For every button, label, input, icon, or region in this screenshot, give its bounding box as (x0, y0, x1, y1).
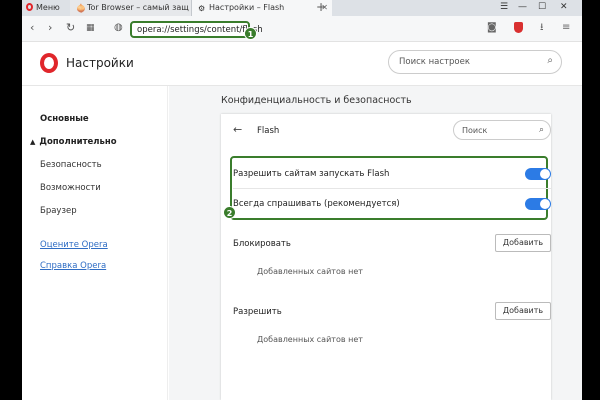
card-title: Flash (257, 126, 280, 136)
opera-help-link[interactable]: Справка Opera (40, 260, 106, 272)
annotation-marker-1: 1 (244, 27, 257, 40)
minimize-icon[interactable]: — (518, 0, 527, 14)
reload-icon[interactable]: ↻ (66, 21, 75, 35)
tab-menu-icon[interactable]: ☰ (500, 0, 508, 14)
shield-icon[interactable] (514, 22, 523, 33)
download-icon[interactable]: ⭳ (540, 21, 544, 35)
tab-tor-browser[interactable]: 🧅Tor Browser – самый защ (70, 0, 192, 16)
search-placeholder: Поиск (462, 126, 488, 135)
maximize-icon[interactable]: ☐ (538, 0, 546, 14)
block-empty-note: Добавленных сайтов нет (257, 267, 363, 276)
rate-opera-link[interactable]: Оцените Opera (40, 239, 108, 251)
sidebar-item-features[interactable]: Возможности (40, 182, 101, 194)
search-icon: ⌕ (547, 55, 553, 66)
divider (233, 188, 551, 189)
tab-settings-flash[interactable]: ⚙ Настройки – Flash ✕ (192, 0, 332, 16)
back-arrow-icon[interactable]: ← (233, 123, 242, 137)
sidebar-item-security[interactable]: Безопасность (40, 159, 102, 171)
left-backdrop (0, 0, 22, 400)
ask-first-toggle[interactable] (525, 198, 551, 210)
sidebar-item-browser[interactable]: Браузер (40, 205, 77, 217)
menu-icon[interactable]: ≡ (562, 21, 570, 35)
flash-search-input[interactable]: Поиск ⌕ (453, 120, 551, 140)
sidebar-item-advanced[interactable]: ▲ Дополнительно (30, 136, 117, 148)
sidebar-item-basic[interactable]: Основные (40, 113, 89, 125)
settings-sidebar: Основные ▲ Дополнительно Безопасность Воз… (22, 86, 168, 400)
tab-strip: Меню 🧅Tor Browser – самый защ ⚙ Настройки… (22, 0, 582, 16)
settings-main: Конфиденциальность и безопасность ← Flas… (169, 86, 582, 400)
block-section-label: Блокировать (233, 239, 291, 249)
camera-icon[interactable]: ◙ (487, 21, 497, 35)
flash-settings-card: ← Flash Поиск ⌕ 2 Разрешить сайтам запус… (221, 114, 551, 400)
forward-icon[interactable]: › (48, 21, 52, 35)
right-backdrop (582, 0, 600, 400)
back-icon[interactable]: ‹ (30, 21, 34, 35)
add-allow-site-button[interactable]: Добавить (495, 302, 551, 320)
address-field[interactable]: opera://settings/content/flash (130, 21, 263, 38)
search-placeholder: Поиск настроек (399, 57, 470, 67)
search-icon: ⌕ (538, 125, 544, 135)
settings-header: Настройки Поиск настроек ⌕ (22, 42, 582, 86)
page-title: Настройки (66, 56, 134, 70)
gear-icon: ⚙ (198, 4, 206, 13)
allow-empty-note: Добавленных сайтов нет (257, 335, 363, 344)
opera-menu-button[interactable]: Меню (26, 0, 66, 16)
speed-dial-icon[interactable]: ▦ (86, 21, 95, 35)
allow-flash-toggle[interactable] (525, 168, 551, 180)
address-toolbar: ‹ › ↻ ▦ ◍ opera://settings/content/flash… (22, 16, 582, 42)
opera-logo-icon (26, 3, 33, 11)
allow-section-label: Разрешить (233, 307, 282, 317)
globe-icon: ◍ (114, 22, 123, 33)
sidebar-item-label: Дополнительно (39, 137, 117, 147)
new-tab-button[interactable]: + (316, 0, 326, 14)
add-block-site-button[interactable]: Добавить (495, 234, 551, 252)
tor-favicon-icon: 🧅 (76, 4, 86, 13)
settings-search-input[interactable]: Поиск настроек ⌕ (388, 50, 562, 74)
menu-label: Меню (36, 3, 60, 12)
browser-window: Меню 🧅Tor Browser – самый защ ⚙ Настройки… (22, 0, 582, 400)
ask-first-label: Всегда спрашивать (рекомендуется) (233, 199, 400, 209)
opera-logo-icon (40, 53, 58, 73)
tab-label: Настройки – Flash (209, 3, 285, 12)
caret-up-icon: ▲ (30, 138, 36, 146)
close-window-icon[interactable]: ✕ (560, 0, 568, 14)
tab-label: Tor Browser – самый защ (87, 3, 189, 12)
section-title: Конфиденциальность и безопасность (221, 95, 412, 106)
allow-flash-label: Разрешить сайтам запускать Flash (233, 169, 390, 179)
